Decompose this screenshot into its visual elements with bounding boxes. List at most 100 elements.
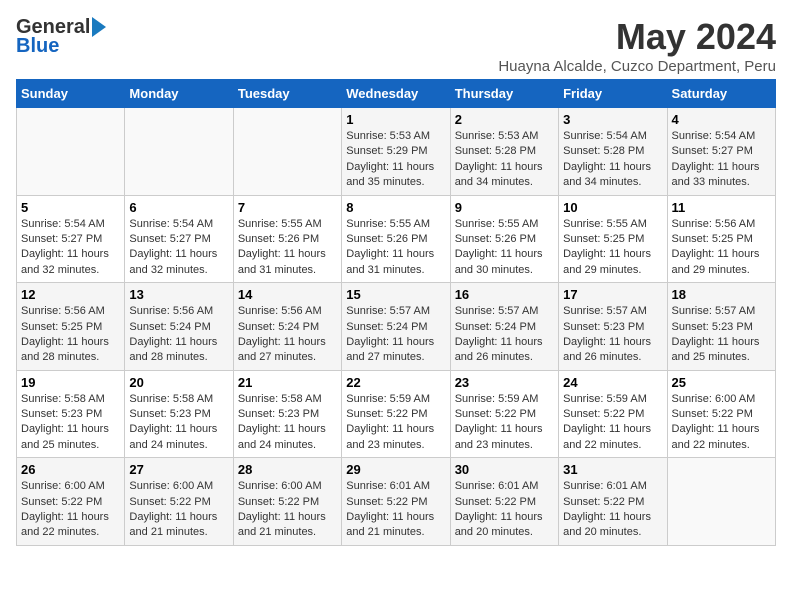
logo: General Blue <box>16 16 106 58</box>
day-info: Sunrise: 5:56 AM Sunset: 5:24 PM Dayligh… <box>129 304 228 366</box>
calendar-table: SundayMondayTuesdayWednesdayThursdayFrid… <box>16 79 776 546</box>
day-info: Sunrise: 5:54 AM Sunset: 5:27 PM Dayligh… <box>129 217 228 279</box>
calendar-cell: 28 Sunrise: 6:00 AM Sunset: 5:22 PM Dayli… <box>233 458 341 546</box>
calendar-cell: 16 Sunrise: 5:57 AM Sunset: 5:24 PM Dayli… <box>450 283 558 371</box>
day-info: Sunrise: 5:53 AM Sunset: 5:28 PM Dayligh… <box>455 129 554 191</box>
day-info: Sunrise: 5:57 AM Sunset: 5:24 PM Dayligh… <box>346 304 445 366</box>
calendar-cell: 25 Sunrise: 6:00 AM Sunset: 5:22 PM Dayli… <box>667 370 775 458</box>
day-number: 22 <box>346 375 445 390</box>
day-number: 26 <box>21 462 120 477</box>
day-info: Sunrise: 5:53 AM Sunset: 5:29 PM Dayligh… <box>346 129 445 191</box>
day-info: Sunrise: 5:55 AM Sunset: 5:26 PM Dayligh… <box>346 217 445 279</box>
calendar-cell: 19Sunrise: 5:58 AM Sunset: 5:23 PM Dayli… <box>17 370 125 458</box>
calendar-cell: 23Sunrise: 5:59 AM Sunset: 5:22 PM Dayli… <box>450 370 558 458</box>
day-header-thursday: Thursday <box>450 80 558 108</box>
calendar-cell: 2Sunrise: 5:53 AM Sunset: 5:28 PM Daylig… <box>450 108 558 196</box>
day-number: 15 <box>346 287 445 302</box>
calendar-cell: 22 Sunrise: 5:59 AM Sunset: 5:22 PM Dayli… <box>342 370 450 458</box>
day-number: 25 <box>672 375 771 390</box>
day-header-tuesday: Tuesday <box>233 80 341 108</box>
day-info: Sunrise: 5:54 AM Sunset: 5:27 PM Dayligh… <box>672 129 771 191</box>
day-info: Sunrise: 5:55 AM Sunset: 5:25 PM Dayligh… <box>563 217 662 279</box>
calendar-cell <box>125 108 233 196</box>
calendar-cell: 6Sunrise: 5:54 AM Sunset: 5:27 PM Daylig… <box>125 195 233 283</box>
day-info: Sunrise: 5:56 AM Sunset: 5:25 PM Dayligh… <box>21 304 120 366</box>
day-info: Sunrise: 5:59 AM Sunset: 5:22 PM Dayligh… <box>455 392 554 454</box>
day-number: 10 <box>563 200 662 215</box>
day-number: 18 <box>672 287 771 302</box>
day-number: 3 <box>563 112 662 127</box>
page-header: General Blue May 2024 Huayna Alcalde, Cu… <box>16 16 776 75</box>
calendar-cell: 14 Sunrise: 5:56 AM Sunset: 5:24 PM Dayli… <box>233 283 341 371</box>
day-info: Sunrise: 5:57 AM Sunset: 5:24 PM Dayligh… <box>455 304 554 366</box>
day-number: 8 <box>346 200 445 215</box>
calendar-week-row: 19Sunrise: 5:58 AM Sunset: 5:23 PM Dayli… <box>17 370 776 458</box>
day-info: Sunrise: 5:54 AM Sunset: 5:27 PM Dayligh… <box>21 217 120 279</box>
calendar-cell: 4 Sunrise: 5:54 AM Sunset: 5:27 PM Daylig… <box>667 108 775 196</box>
calendar-cell: 7 Sunrise: 5:55 AM Sunset: 5:26 PM Daylig… <box>233 195 341 283</box>
day-info: Sunrise: 5:57 AM Sunset: 5:23 PM Dayligh… <box>563 304 662 366</box>
day-info: Sunrise: 5:57 AM Sunset: 5:23 PM Dayligh… <box>672 304 771 366</box>
day-info: Sunrise: 6:00 AM Sunset: 5:22 PM Dayligh… <box>672 392 771 454</box>
calendar-cell: 29Sunrise: 6:01 AM Sunset: 5:22 PM Dayli… <box>342 458 450 546</box>
calendar-cell: 8 Sunrise: 5:55 AM Sunset: 5:26 PM Daylig… <box>342 195 450 283</box>
calendar-cell: 1 Sunrise: 5:53 AM Sunset: 5:29 PM Daylig… <box>342 108 450 196</box>
calendar-week-row: 26 Sunrise: 6:00 AM Sunset: 5:22 PM Dayli… <box>17 458 776 546</box>
logo-text-block: General Blue <box>16 16 106 58</box>
location-subtitle: Huayna Alcalde, Cuzco Department, Peru <box>498 58 776 75</box>
day-number: 12 <box>21 287 120 302</box>
title-block: May 2024 Huayna Alcalde, Cuzco Departmen… <box>498 16 776 75</box>
day-number: 9 <box>455 200 554 215</box>
month-title: May 2024 <box>498 16 776 58</box>
day-number: 16 <box>455 287 554 302</box>
calendar-cell: 31Sunrise: 6:01 AM Sunset: 5:22 PM Dayli… <box>559 458 667 546</box>
day-number: 7 <box>238 200 337 215</box>
calendar-cell <box>667 458 775 546</box>
day-info: Sunrise: 5:55 AM Sunset: 5:26 PM Dayligh… <box>238 217 337 279</box>
calendar-header: SundayMondayTuesdayWednesdayThursdayFrid… <box>17 80 776 108</box>
day-number: 17 <box>563 287 662 302</box>
calendar-cell: 10 Sunrise: 5:55 AM Sunset: 5:25 PM Dayli… <box>559 195 667 283</box>
day-info: Sunrise: 5:58 AM Sunset: 5:23 PM Dayligh… <box>21 392 120 454</box>
day-info: Sunrise: 6:01 AM Sunset: 5:22 PM Dayligh… <box>346 479 445 541</box>
day-header-friday: Friday <box>559 80 667 108</box>
calendar-cell: 15 Sunrise: 5:57 AM Sunset: 5:24 PM Dayli… <box>342 283 450 371</box>
calendar-cell: 5Sunrise: 5:54 AM Sunset: 5:27 PM Daylig… <box>17 195 125 283</box>
day-number: 4 <box>672 112 771 127</box>
day-info: Sunrise: 5:59 AM Sunset: 5:22 PM Dayligh… <box>563 392 662 454</box>
day-number: 13 <box>129 287 228 302</box>
day-info: Sunrise: 5:56 AM Sunset: 5:25 PM Dayligh… <box>672 217 771 279</box>
day-info: Sunrise: 5:58 AM Sunset: 5:23 PM Dayligh… <box>129 392 228 454</box>
day-info: Sunrise: 5:59 AM Sunset: 5:22 PM Dayligh… <box>346 392 445 454</box>
day-number: 14 <box>238 287 337 302</box>
calendar-cell: 24 Sunrise: 5:59 AM Sunset: 5:22 PM Dayli… <box>559 370 667 458</box>
logo-arrow-icon <box>92 17 106 37</box>
calendar-cell: 11Sunrise: 5:56 AM Sunset: 5:25 PM Dayli… <box>667 195 775 283</box>
calendar-cell: 21 Sunrise: 5:58 AM Sunset: 5:23 PM Dayli… <box>233 370 341 458</box>
day-number: 1 <box>346 112 445 127</box>
day-info: Sunrise: 6:01 AM Sunset: 5:22 PM Dayligh… <box>455 479 554 541</box>
day-number: 20 <box>129 375 228 390</box>
calendar-cell: 18 Sunrise: 5:57 AM Sunset: 5:23 PM Dayli… <box>667 283 775 371</box>
calendar-cell <box>233 108 341 196</box>
day-info: Sunrise: 5:58 AM Sunset: 5:23 PM Dayligh… <box>238 392 337 454</box>
calendar-cell: 20 Sunrise: 5:58 AM Sunset: 5:23 PM Dayli… <box>125 370 233 458</box>
calendar-week-row: 12 Sunrise: 5:56 AM Sunset: 5:25 PM Dayli… <box>17 283 776 371</box>
day-number: 27 <box>129 462 228 477</box>
day-info: Sunrise: 5:56 AM Sunset: 5:24 PM Dayligh… <box>238 304 337 366</box>
calendar-cell: 27 Sunrise: 6:00 AM Sunset: 5:22 PM Dayli… <box>125 458 233 546</box>
day-number: 24 <box>563 375 662 390</box>
day-number: 28 <box>238 462 337 477</box>
day-number: 31 <box>563 462 662 477</box>
day-number: 21 <box>238 375 337 390</box>
calendar-week-row: 1 Sunrise: 5:53 AM Sunset: 5:29 PM Daylig… <box>17 108 776 196</box>
calendar-cell <box>17 108 125 196</box>
calendar-cell: 12 Sunrise: 5:56 AM Sunset: 5:25 PM Dayli… <box>17 283 125 371</box>
calendar-cell: 17 Sunrise: 5:57 AM Sunset: 5:23 PM Dayli… <box>559 283 667 371</box>
day-info: Sunrise: 6:00 AM Sunset: 5:22 PM Dayligh… <box>129 479 228 541</box>
calendar-cell: 26Sunrise: 6:00 AM Sunset: 5:22 PM Dayli… <box>17 458 125 546</box>
calendar-cell: 9Sunrise: 5:55 AM Sunset: 5:26 PM Daylig… <box>450 195 558 283</box>
day-info: Sunrise: 6:00 AM Sunset: 5:22 PM Dayligh… <box>238 479 337 541</box>
day-header-wednesday: Wednesday <box>342 80 450 108</box>
calendar-cell: 3Sunrise: 5:54 AM Sunset: 5:28 PM Daylig… <box>559 108 667 196</box>
